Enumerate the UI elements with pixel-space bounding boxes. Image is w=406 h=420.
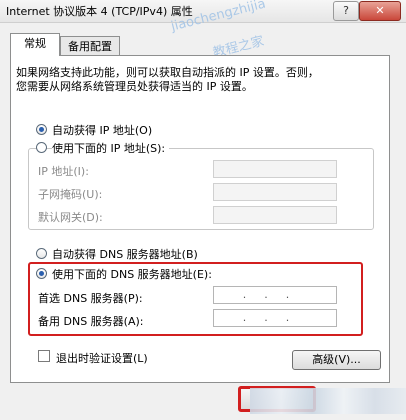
alternate-dns-field[interactable]: ... (213, 309, 337, 327)
ip-auto-label: 自动获得 IP 地址(O) (52, 124, 153, 137)
tab-alternate-config[interactable]: 备用配置 (60, 36, 120, 57)
description-line-1: 如果网络支持此功能，则可以获取自动指派的 IP 设置。否则， (16, 66, 319, 79)
radio-dns-auto[interactable] (36, 248, 47, 259)
subnet-mask-field[interactable] (213, 183, 337, 201)
advanced-button[interactable]: 高级(V)... (292, 350, 381, 370)
radio-ip-manual[interactable] (36, 142, 47, 153)
radio-dns-manual[interactable] (36, 268, 47, 279)
alternate-dns-label: 备用 DNS 服务器(A): (38, 315, 144, 328)
default-gateway-label: 默认网关(D): (38, 211, 103, 224)
validate-settings-checkbox[interactable] (38, 350, 50, 362)
validate-settings-label: 退出时验证设置(L) (56, 352, 148, 365)
preferred-dns-field[interactable]: ... (213, 286, 337, 304)
description-line-2: 您需要从网络系统管理员处获得适当的 IP 设置。 (16, 80, 253, 93)
close-button[interactable]: ✕ (359, 1, 401, 21)
tab-general[interactable]: 常规 (10, 33, 60, 56)
subnet-mask-label: 子网掩码(U): (38, 188, 103, 201)
ip-address-label: IP 地址(I): (38, 165, 89, 178)
default-gateway-field[interactable] (213, 206, 337, 224)
radio-ip-auto[interactable] (36, 124, 47, 135)
blurred-buttons-area (250, 388, 406, 414)
window-title: Internet 协议版本 4 (TCP/IPv4) 属性 (6, 5, 193, 18)
ip-manual-label: 使用下面的 IP 地址(S): (52, 140, 170, 156)
dns-auto-label: 自动获得 DNS 服务器地址(B) (52, 248, 198, 261)
ip-address-field[interactable] (213, 160, 337, 178)
help-button[interactable]: ? (333, 1, 359, 21)
preferred-dns-label: 首选 DNS 服务器(P): (38, 292, 143, 305)
dns-manual-label: 使用下面的 DNS 服务器地址(E): (52, 268, 212, 281)
description-text: 如果网络支持此功能，则可以获取自动指派的 IP 设置。否则， 您需要从网络系统管… (16, 66, 380, 94)
